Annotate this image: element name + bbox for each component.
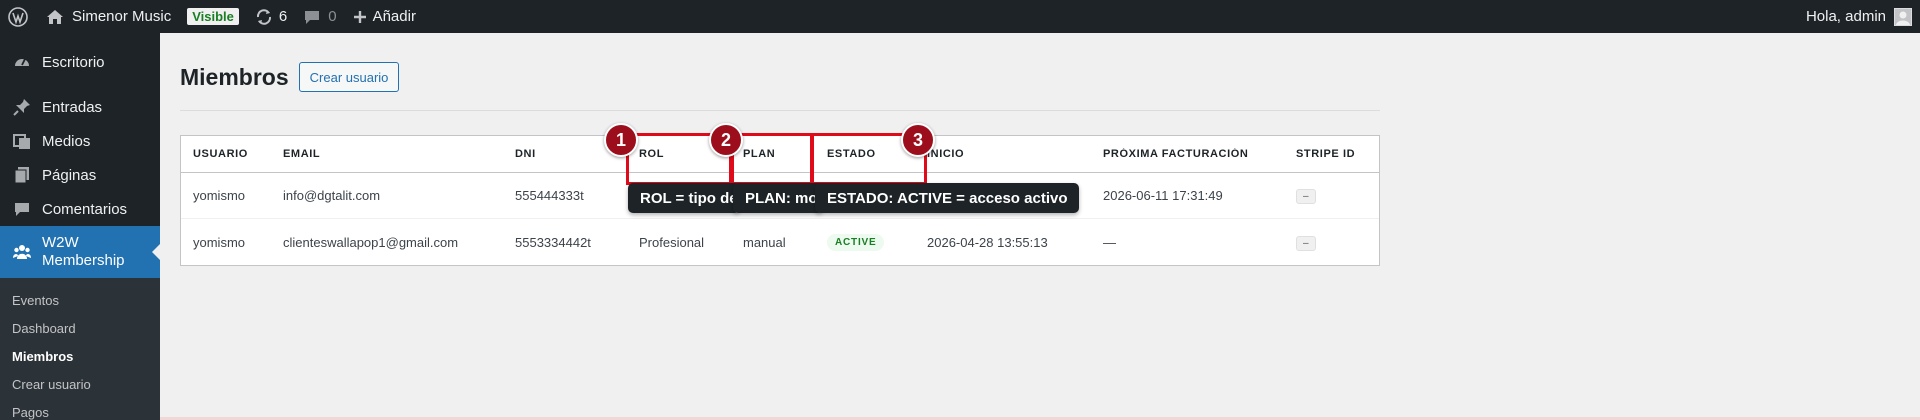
heading-row: Miembros Crear usuario [180,62,400,92]
tooltip-rol: ROL = tipo de [628,183,740,213]
column-header-email: EMAIL [283,148,321,160]
status-badge: ACTIVE [827,234,885,251]
admin-sidebar: Escritorio Entradas Medios Páginas Comen… [0,33,160,420]
submenu-item-miembros[interactable]: Miembros [0,342,160,370]
visible-badge: Visible [187,8,239,25]
cell-estado: ACTIVE [815,233,915,251]
comments-count: 0 [328,8,337,25]
site-name: Simenor Music [72,8,172,25]
cell-usuario: yomismo [193,188,246,203]
cell-rol: Profesional [639,234,705,250]
updates-count: 6 [278,8,288,25]
sidebar-item-label: Escritorio [42,53,105,71]
marker-1: 1 [604,123,638,157]
avatar [1894,7,1912,26]
comment-icon [303,8,321,26]
cell-inicio: 2026-04-28 13:55:13 [927,234,1048,250]
sidebar-item-label: W2W Membership [42,234,125,270]
divider [180,110,1380,111]
submenu-item-eventos[interactable]: Eventos [0,286,160,314]
create-user-button[interactable]: Crear usuario [298,62,400,92]
sidebar-item-label: Entradas [42,98,103,116]
tooltip-plan: PLAN: mo [733,183,823,213]
sidebar-item-w2w-membership[interactable]: W2W Membership [0,226,160,278]
submenu-item-dashboard[interactable]: Dashboard [0,314,160,342]
column-header-usuario: USUARIO [193,148,248,160]
column-header-stripe-id: STRIPE ID [1296,148,1356,160]
cell-proxima-facturacion: 2026-06-11 17:31:49 [1103,188,1223,203]
cell-dni: 555444333t [515,188,584,203]
home-icon [46,9,64,25]
cell-email: info@dgtalit.com [283,188,381,203]
site-name-link[interactable]: Simenor Music Visible [38,0,247,33]
marker-3: 3 [901,123,935,157]
page-icon [12,165,32,185]
active-label-line2: Membership [42,252,125,269]
column-header-proxima-facturacion: PRÓXIMA FACTURACIÓN [1103,148,1249,160]
my-account-link[interactable]: Hola, admin [1798,0,1920,33]
submenu-item-pagos[interactable]: Pagos [0,398,160,420]
updates-icon [255,8,273,26]
wordpress-logo-icon[interactable] [0,0,38,33]
updates-link[interactable]: 6 [247,0,295,33]
sidebar-item-entradas[interactable]: Entradas [0,90,160,124]
sidebar-item-label: Páginas [42,166,97,184]
new-content-link[interactable]: Añadir [345,0,424,33]
sidebar-item-comentarios[interactable]: Comentarios [0,192,160,226]
submenu: Eventos Dashboard Miembros Crear usuario… [0,278,160,420]
comment-icon [12,199,32,219]
cell-usuario: yomismo [193,234,246,250]
tooltip-estado: ESTADO: ACTIVE = acceso activo [815,183,1079,213]
sidebar-item-paginas[interactable]: Páginas [0,158,160,192]
page-title: Miembros [180,63,289,90]
column-header-inicio: INICIO [927,148,965,160]
admin-bar: Simenor Music Visible 6 0 Añadir Hola, a… [0,0,1920,33]
new-label: Añadir [372,8,416,25]
cell-email: clienteswallapop1@gmail.com [283,234,459,250]
marker-2: 2 [709,123,743,157]
greeting: Hola, admin [1805,8,1886,25]
sidebar-item-medios[interactable]: Medios [0,124,160,158]
cell-stripe-id: – [1284,234,1379,251]
pin-icon [12,97,32,117]
sidebar-item-label: Medios [42,132,91,150]
cell-plan: manual [743,234,786,250]
cell-proxima-facturacion: — [1103,234,1116,250]
table-row: yomismo clienteswallapop1@gmail.com 5553… [181,219,1379,265]
plus-icon [353,10,367,24]
submenu-item-crear-usuario[interactable]: Crear usuario [0,370,160,398]
sidebar-item-escritorio[interactable]: Escritorio [0,45,160,79]
comments-link[interactable]: 0 [295,0,344,33]
media-icon [12,131,32,151]
stripe-id-chip: – [1296,235,1316,251]
sidebar-item-label: Comentarios [42,200,128,218]
active-label-line1: W2W [42,234,79,251]
stripe-id-chip: – [1296,189,1316,204]
dashboard-icon [12,52,32,72]
cell-stripe-id: – [1284,187,1379,204]
groups-icon [12,242,32,262]
highlight-plan [731,133,813,185]
cell-dni: 5553334442t [515,234,591,250]
